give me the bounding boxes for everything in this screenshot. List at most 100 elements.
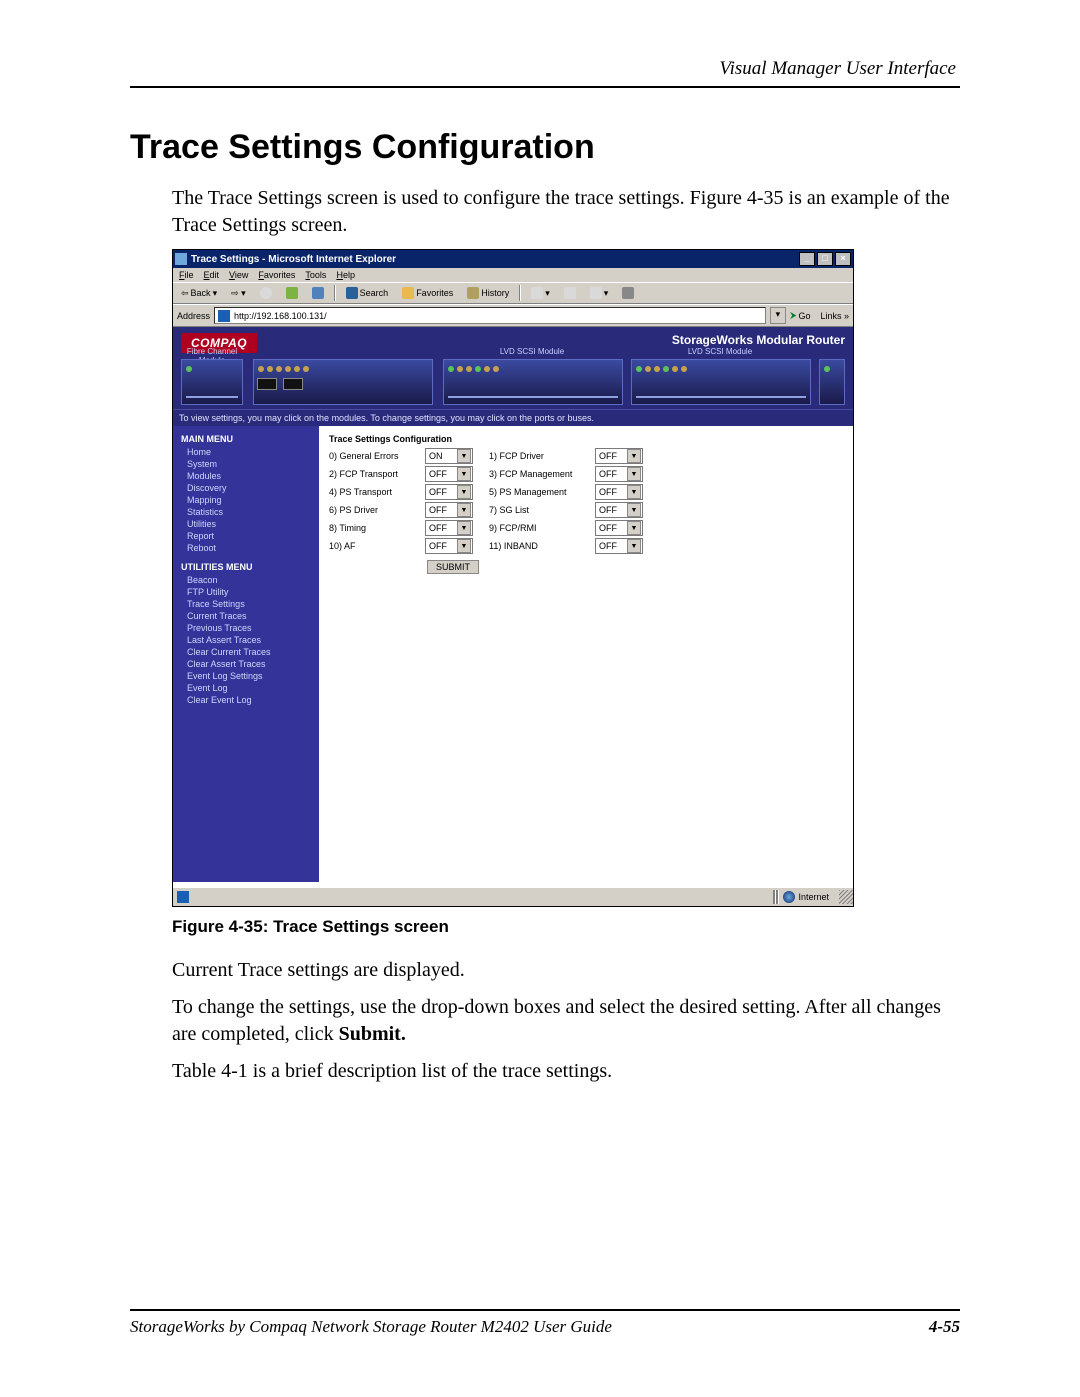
- sidebar-item-ftp[interactable]: FTP Utility: [181, 586, 311, 598]
- window-buttons: _ □ ×: [799, 252, 851, 266]
- go-button[interactable]: ⮞Go: [790, 310, 811, 321]
- sidebar-item-reboot[interactable]: Reboot: [181, 542, 311, 554]
- sidebar-item-report[interactable]: Report: [181, 530, 311, 542]
- menu-help[interactable]: Help: [336, 270, 355, 280]
- sidebar-item-mapping[interactable]: Mapping: [181, 494, 311, 506]
- banner-hint: To view settings, you may click on the m…: [173, 409, 853, 426]
- discuss-icon: [622, 287, 634, 299]
- chevron-down-icon: ▼: [457, 449, 471, 463]
- setting-select[interactable]: OFF▼: [425, 466, 473, 482]
- config-row: 4) PS TransportOFF▼5) PS ManagementOFF▼: [329, 484, 843, 500]
- menu-file[interactable]: File: [179, 270, 194, 280]
- setting-select[interactable]: OFF▼: [425, 520, 473, 536]
- sidebar-item-beacon[interactable]: Beacon: [181, 574, 311, 586]
- sidebar: MAIN MENU Home System Modules Discovery …: [173, 426, 319, 882]
- submit-button[interactable]: SUBMIT: [427, 560, 479, 574]
- setting-select[interactable]: OFF▼: [425, 538, 473, 554]
- footer-title: StorageWorks by Compaq Network Storage R…: [130, 1317, 612, 1337]
- sidebar-item-system[interactable]: System: [181, 458, 311, 470]
- module-slot[interactable]: [819, 359, 845, 405]
- setting-label: 1) FCP Driver: [489, 451, 589, 461]
- status-zone: Internet: [798, 892, 829, 902]
- address-input[interactable]: http://192.168.100.131/: [214, 307, 766, 324]
- module-diagram[interactable]: Fibre Channel Module LVD SCSI Module: [181, 359, 845, 405]
- toolbar-separator: [334, 285, 336, 301]
- status-bar: Internet: [173, 887, 853, 906]
- refresh-button[interactable]: [282, 285, 302, 301]
- panel-title: Trace Settings Configuration: [329, 434, 843, 444]
- search-button[interactable]: Search: [342, 285, 393, 301]
- setting-select[interactable]: OFF▼: [595, 484, 643, 500]
- forward-button[interactable]: ⇨ ▾: [227, 286, 250, 301]
- sidebar-item-home[interactable]: Home: [181, 446, 311, 458]
- discuss-button[interactable]: [618, 285, 638, 301]
- stop-icon: [260, 287, 272, 299]
- chevron-down-icon: ▼: [627, 539, 641, 553]
- mail-icon: [531, 287, 543, 299]
- setting-select[interactable]: OFF▼: [595, 466, 643, 482]
- close-button[interactable]: ×: [835, 252, 851, 266]
- menu-tools[interactable]: Tools: [305, 270, 326, 280]
- sidebar-item-event-log[interactable]: Event Log: [181, 682, 311, 694]
- module-slot[interactable]: [443, 359, 623, 405]
- chevron-down-icon: ▼: [627, 503, 641, 517]
- sidebar-item-modules[interactable]: Modules: [181, 470, 311, 482]
- paragraph: Current Trace settings are displayed.: [172, 957, 960, 984]
- print-button[interactable]: [560, 285, 580, 301]
- menu-favorites[interactable]: Favorites: [258, 270, 295, 280]
- favorites-button[interactable]: Favorites: [398, 285, 457, 301]
- sidebar-item-clear-event-log[interactable]: Clear Event Log: [181, 694, 311, 706]
- mail-button[interactable]: ▾: [527, 285, 554, 301]
- resize-grip[interactable]: [839, 890, 853, 904]
- maximize-button[interactable]: □: [817, 252, 833, 266]
- setting-label: 9) FCP/RMI: [489, 523, 589, 533]
- sidebar-item-current-traces[interactable]: Current Traces: [181, 610, 311, 622]
- back-button[interactable]: ⇦ Back ▾: [177, 286, 221, 301]
- edit-button[interactable]: ▾: [586, 285, 613, 301]
- address-value: http://192.168.100.131/: [234, 311, 327, 321]
- sidebar-item-previous-traces[interactable]: Previous Traces: [181, 622, 311, 634]
- refresh-icon: [286, 287, 298, 299]
- product-name: StorageWorks Modular Router: [672, 333, 845, 347]
- module-slot[interactable]: [253, 359, 433, 405]
- home-button[interactable]: [308, 285, 328, 301]
- window-title: Trace Settings - Microsoft Internet Expl…: [191, 254, 799, 265]
- module-slot[interactable]: [631, 359, 811, 405]
- main-menu-header: MAIN MENU: [181, 434, 311, 444]
- setting-select[interactable]: OFF▼: [595, 502, 643, 518]
- page-content: COMPAQ StorageWorks Modular Router Fibre…: [173, 327, 853, 887]
- setting-select[interactable]: OFF▼: [595, 520, 643, 536]
- history-button[interactable]: History: [463, 285, 513, 301]
- setting-select[interactable]: OFF▼: [595, 448, 643, 464]
- setting-select[interactable]: OFF▼: [595, 538, 643, 554]
- links-button[interactable]: Links »: [820, 311, 849, 321]
- module-slot[interactable]: [181, 359, 243, 405]
- sidebar-item-discovery[interactable]: Discovery: [181, 482, 311, 494]
- stop-button[interactable]: [256, 285, 276, 301]
- sidebar-item-statistics[interactable]: Statistics: [181, 506, 311, 518]
- setting-select[interactable]: OFF▼: [425, 502, 473, 518]
- setting-select[interactable]: ON▼: [425, 448, 473, 464]
- banner: COMPAQ StorageWorks Modular Router Fibre…: [173, 327, 853, 409]
- sidebar-item-trace-settings[interactable]: Trace Settings: [181, 598, 311, 610]
- sidebar-item-event-log-settings[interactable]: Event Log Settings: [181, 670, 311, 682]
- figure: Trace Settings - Microsoft Internet Expl…: [172, 249, 960, 907]
- address-dropdown[interactable]: ▾: [770, 307, 786, 324]
- sidebar-item-clear-current-traces[interactable]: Clear Current Traces: [181, 646, 311, 658]
- page: Visual Manager User Interface Trace Sett…: [0, 0, 1080, 1397]
- menu-edit[interactable]: Edit: [204, 270, 220, 280]
- config-row: 0) General ErrorsON▼1) FCP DriverOFF▼: [329, 448, 843, 464]
- screenshot: Trace Settings - Microsoft Internet Expl…: [172, 249, 854, 907]
- ie-icon: [175, 253, 187, 265]
- menu-view[interactable]: View: [229, 270, 248, 280]
- module-label: LVD SCSI Module: [631, 347, 809, 356]
- sidebar-item-clear-assert-traces[interactable]: Clear Assert Traces: [181, 658, 311, 670]
- chevron-down-icon: ▼: [627, 449, 641, 463]
- sidebar-item-utilities[interactable]: Utilities: [181, 518, 311, 530]
- history-icon: [467, 287, 479, 299]
- utilities-menu-header: UTILITIES MENU: [181, 562, 311, 572]
- sidebar-item-last-assert-traces[interactable]: Last Assert Traces: [181, 634, 311, 646]
- setting-label: 10) AF: [329, 541, 419, 551]
- minimize-button[interactable]: _: [799, 252, 815, 266]
- setting-select[interactable]: OFF▼: [425, 484, 473, 500]
